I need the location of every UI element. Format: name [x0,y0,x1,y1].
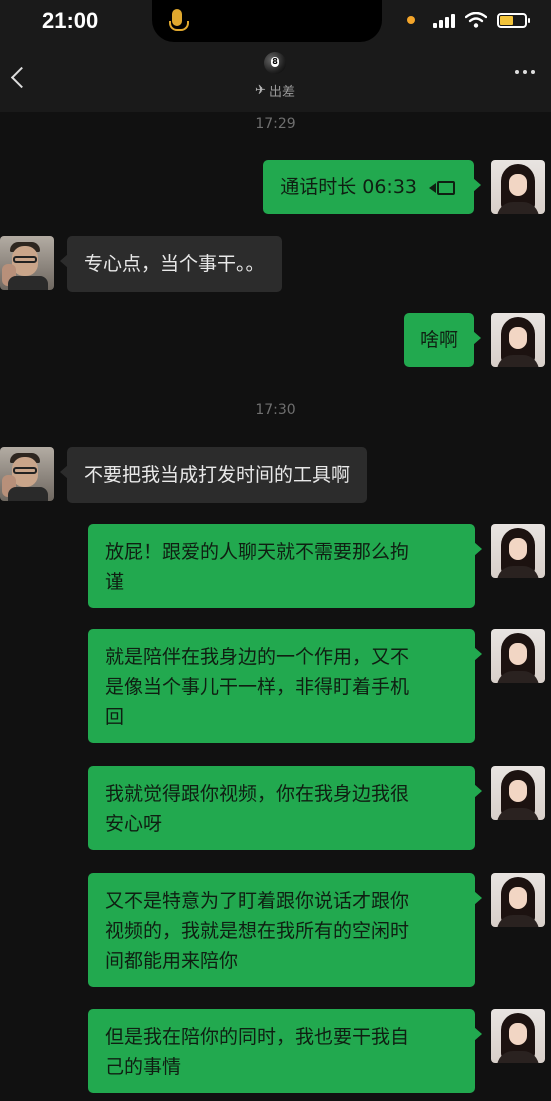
avatar-self[interactable] [491,313,545,367]
avatar-self[interactable] [491,873,545,927]
message-bubble-sent[interactable]: 又不是特意为了盯着跟你说话才跟你 视频的，我就是想在我所有的空闲时 间都能用来陪… [88,873,482,987]
message-line: 己的事情 [105,1056,182,1078]
message-text: 通话时长 06:33 [280,176,417,198]
message-bubble-received[interactable]: 专心点，当个事干。。 [60,236,282,292]
contact-title[interactable]: 8 ✈ 出差 [235,52,315,100]
microphone-indicator-icon [169,9,189,31]
back-button[interactable] [6,62,36,96]
message-bubble-sent[interactable]: 啥啊 [403,313,482,367]
message-line: 安心呀 [105,813,163,835]
chat-header: 8 ✈ 出差 [0,46,551,112]
message-text: 不要把我当成打发时间的工具啊 [84,464,351,486]
avatar-self[interactable] [491,766,545,820]
message-line: 回 [105,706,125,728]
wifi-icon [465,12,487,28]
message-line: 放屁！跟爱的人聊天就不需要那么拘 [105,541,410,563]
contact-status: ✈ 出差 [235,81,315,100]
airplane-icon: ✈ [255,83,266,98]
message-line: 我就觉得跟你视频，你在我身边我很 [105,783,410,805]
message-line: 就是陪伴在我身边的一个作用，又不 [105,646,410,668]
cellular-signal-icon [433,12,455,28]
avatar-self[interactable] [491,524,545,578]
avatar-contact[interactable] [0,447,54,501]
message-line: 但是我在陪你的同时，我也要干我自 [105,1026,410,1048]
avatar-self[interactable] [491,160,545,214]
avatar-self[interactable] [491,629,545,683]
message-line: 谨 [105,571,125,593]
message-line: 是像当个事儿干一样，非得盯着手机 [105,676,410,698]
message-line: 间都能用来陪你 [105,950,239,972]
message-bubble-sent[interactable]: 但是我在陪你的同时，我也要干我自 己的事情 [88,1009,482,1093]
contact-status-text: 出差 [268,85,295,100]
message-line: 又不是特意为了盯着跟你说话才跟你 [105,890,410,912]
message-timestamp: 17:30 [255,402,296,418]
8-ball-icon: 8 [264,52,286,74]
message-line: 视频的，我就是想在我所有的空闲时 [105,920,410,942]
message-bubble-sent[interactable]: 放屁！跟爱的人聊天就不需要那么拘 谨 [88,524,482,608]
message-bubble-sent[interactable]: 就是陪伴在我身边的一个作用，又不 是像当个事儿干一样，非得盯着手机 回 [88,629,482,743]
dynamic-island [152,0,382,42]
status-icons [407,12,530,28]
message-bubble-call-record[interactable]: 通话时长 06:33 [263,160,481,214]
message-timestamp: 17:29 [255,116,296,132]
privacy-dot-icon [407,16,415,24]
avatar-self[interactable] [491,1009,545,1063]
more-options-button[interactable] [515,70,535,74]
message-bubble-received[interactable]: 不要把我当成打发时间的工具啊 [59,447,368,503]
avatar-contact[interactable] [0,236,54,290]
message-text: 啥啊 [419,329,458,351]
message-bubble-sent[interactable]: 我就觉得跟你视频，你在我身边我很 安心呀 [88,766,482,850]
status-time: 21:00 [42,8,99,33]
chat-message-list[interactable]: 17:29 通话时长 06:33 专心点，当个事干。。 啥啊 17:30 不要把… [0,112,551,1101]
message-text: 专心点，当个事干。。 [84,253,265,275]
status-bar: 21:00 [0,0,551,46]
battery-icon [497,12,530,28]
video-call-icon [429,180,457,195]
